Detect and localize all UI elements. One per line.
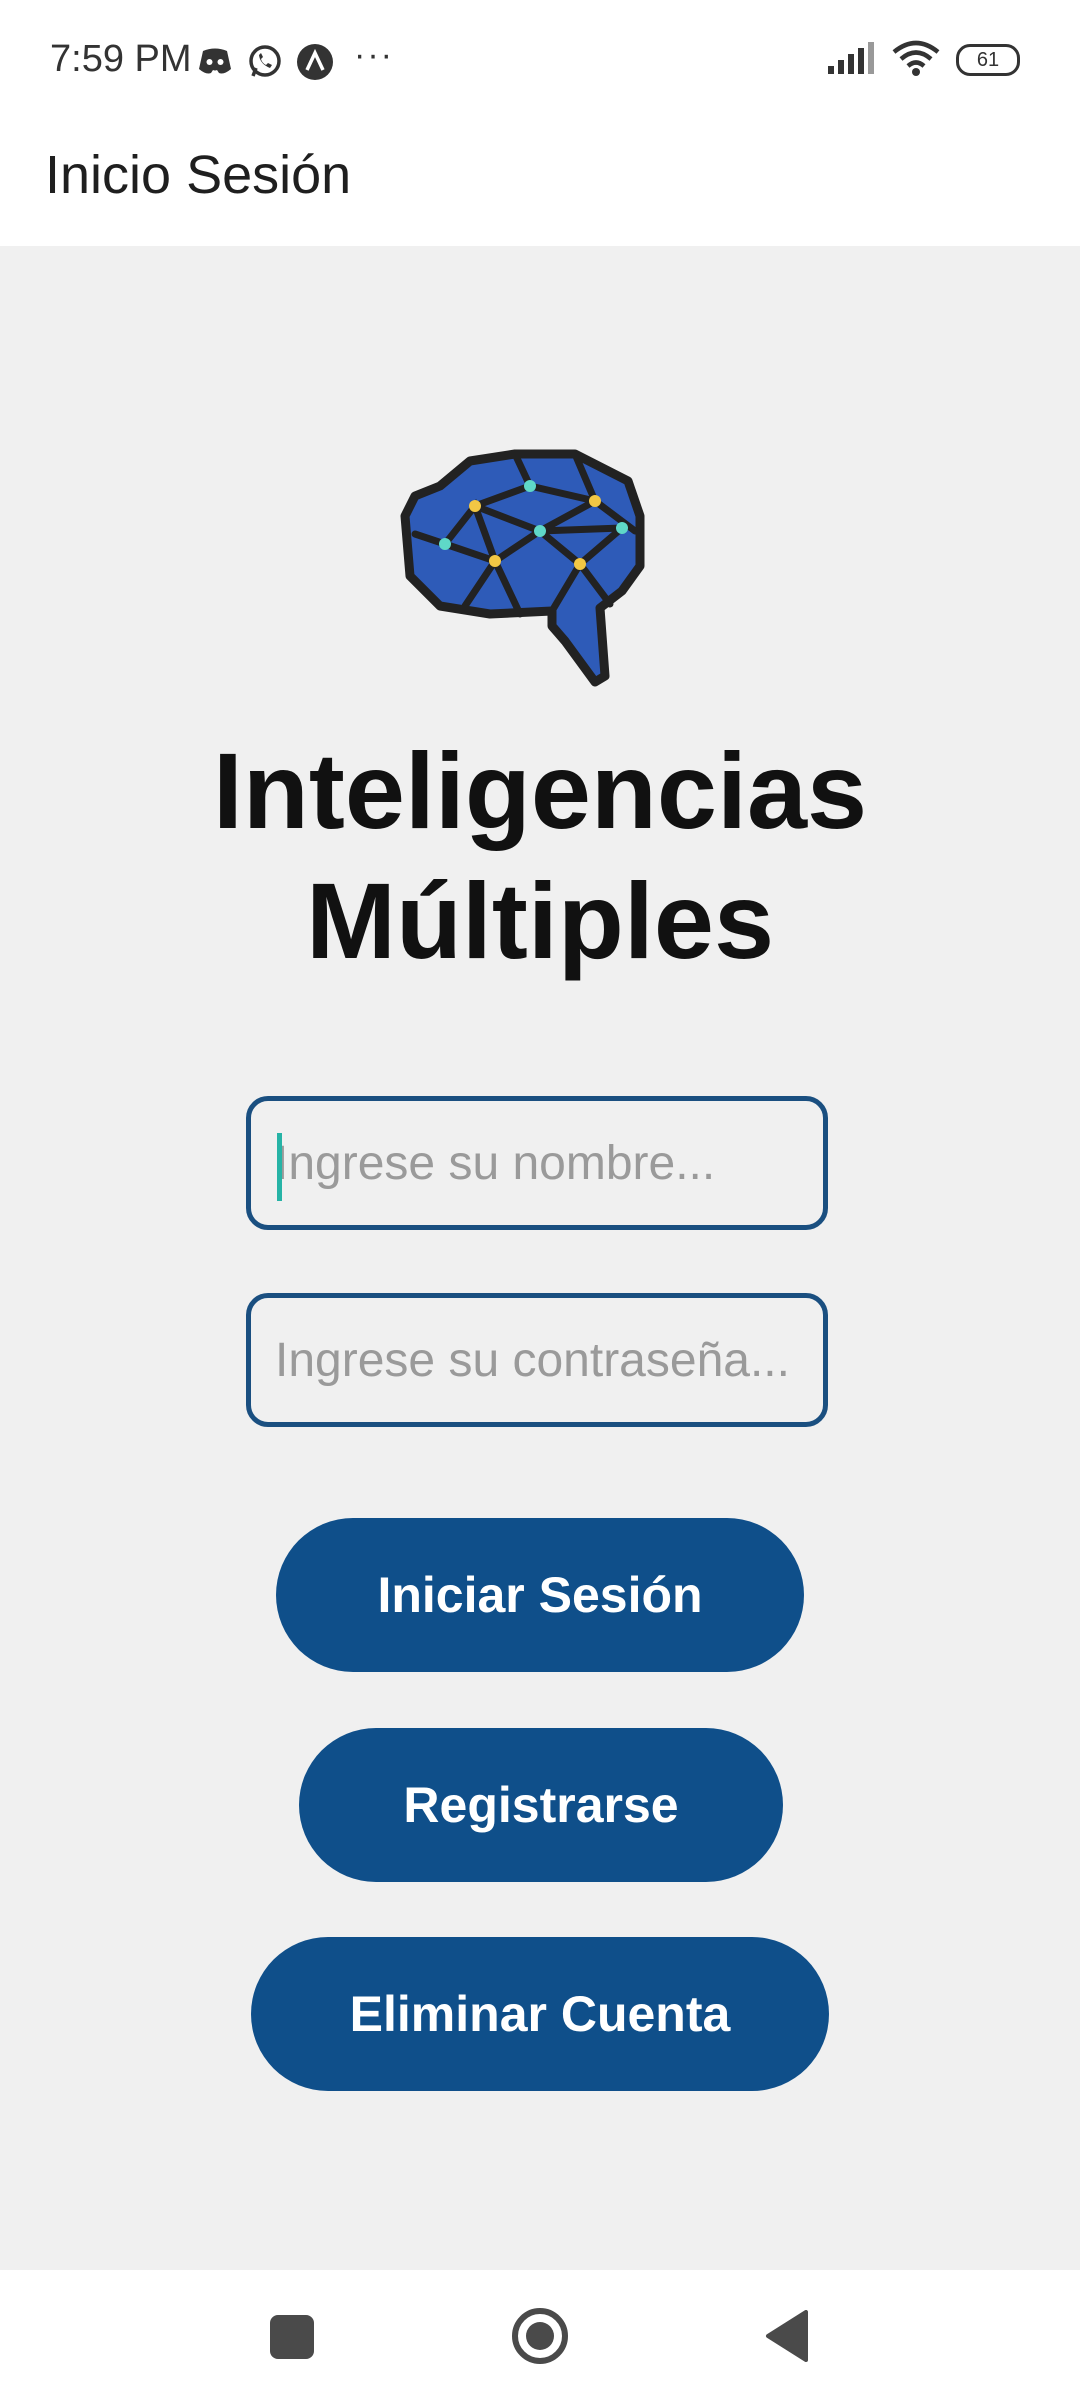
- heading-line-1: Inteligencias: [212, 730, 868, 851]
- wifi-icon: [892, 40, 940, 81]
- heading-line-2: Múltiples: [305, 860, 775, 981]
- signal-icon: [828, 41, 876, 79]
- app-name-heading: Inteligencias Múltiples: [0, 726, 1080, 986]
- home-icon[interactable]: [511, 2307, 569, 2365]
- page-title: Inicio Sesión: [45, 145, 352, 205]
- whatsapp-icon: [246, 43, 284, 81]
- brain-network-icon: [400, 449, 645, 687]
- app-icon: [296, 43, 334, 81]
- status-time: 7:59 PM: [50, 38, 192, 80]
- password-input[interactable]: [251, 1298, 823, 1422]
- system-icons: 61: [828, 40, 1020, 80]
- app-bar: Inicio Sesión: [0, 122, 1080, 246]
- back-icon[interactable]: [764, 2310, 808, 2362]
- name-input[interactable]: [251, 1101, 823, 1225]
- battery-level: 61: [976, 48, 1000, 71]
- more-notifications-icon: ···: [354, 35, 394, 74]
- delete-account-button[interactable]: Eliminar Cuenta: [251, 1937, 829, 2091]
- name-field[interactable]: [246, 1096, 828, 1230]
- login-screen: Inteligencias Múltiples Iniciar Sesión R…: [0, 246, 1080, 2270]
- notification-icons: ···: [196, 36, 394, 84]
- register-button[interactable]: Registrarse: [299, 1728, 783, 1882]
- login-button[interactable]: Iniciar Sesión: [276, 1518, 804, 1672]
- text-cursor: [277, 1133, 282, 1201]
- recent-apps-icon[interactable]: [270, 2315, 314, 2359]
- battery-icon: 61: [956, 44, 1020, 76]
- password-field[interactable]: [246, 1293, 828, 1427]
- discord-icon: [196, 43, 234, 81]
- status-bar: 7:59 PM ··· 61: [0, 0, 1080, 122]
- system-nav-bar: [0, 2270, 1080, 2400]
